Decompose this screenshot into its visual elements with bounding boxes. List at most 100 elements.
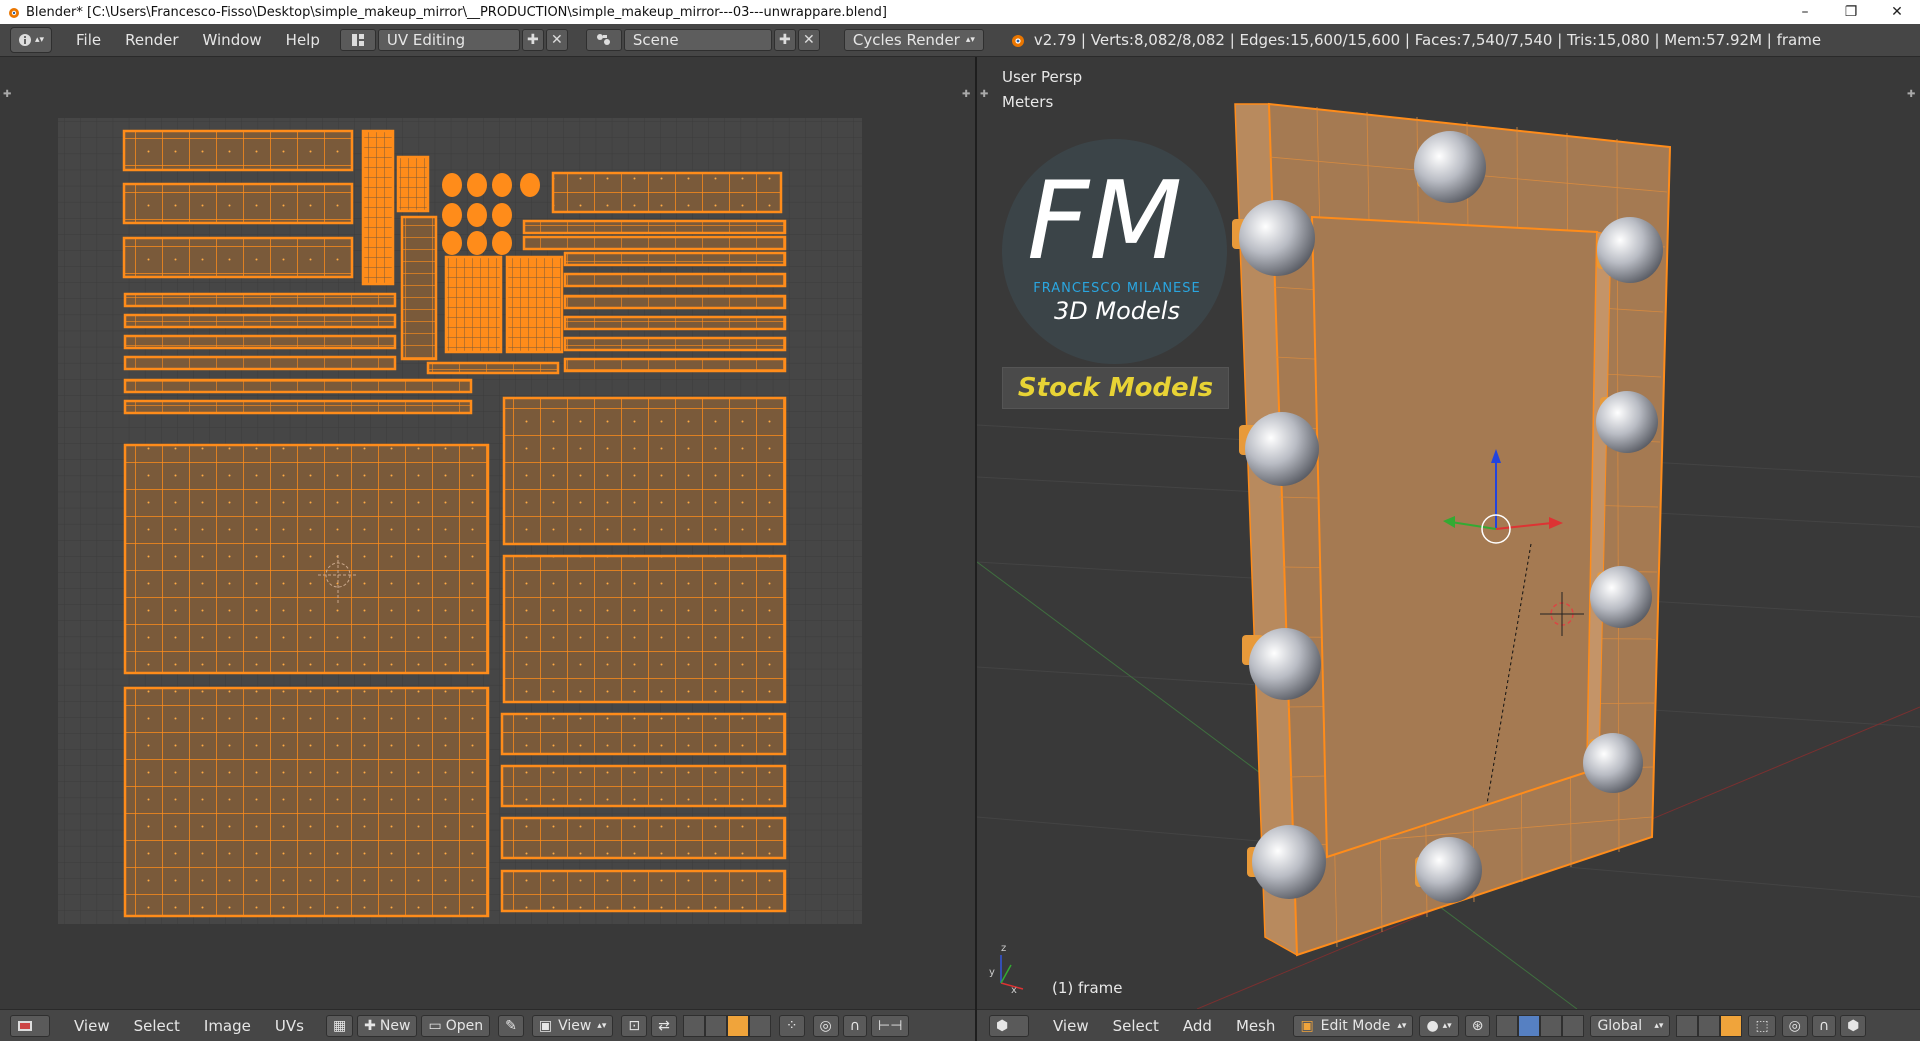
updown-arrow-icon: ▴▾: [965, 35, 975, 45]
edit-mode-icon: ▣: [1300, 1017, 1314, 1034]
snap-button[interactable]: ∩: [1811, 1014, 1837, 1037]
units-label: Meters: [1002, 93, 1054, 111]
object-label: (1) frame: [1052, 979, 1123, 997]
restore-button[interactable]: ❐: [1828, 0, 1874, 24]
pin-button[interactable]: ✎: [498, 1014, 524, 1037]
watermark-logo-text: FM: [1027, 159, 1183, 284]
uv-select-mode-group[interactable]: [682, 1014, 771, 1037]
editor-type-selector[interactable]: ⬢: [989, 1014, 1029, 1037]
view3d-menu-select[interactable]: Select: [1101, 1017, 1171, 1035]
cube-icon: ⬢: [996, 1017, 1009, 1034]
updown-arrow-icon: ▴▾: [1654, 1020, 1664, 1031]
uv-canvas[interactable]: ✚ ✚: [0, 57, 975, 1009]
magnet-icon: ∩: [1818, 1017, 1830, 1034]
mode-dropdown[interactable]: ▣ Edit Mode ▴▾: [1293, 1014, 1414, 1037]
watermark-subtitle: 3D Models: [1054, 297, 1180, 325]
view3d-menu-mesh[interactable]: Mesh: [1224, 1017, 1288, 1035]
render-engine-dropdown[interactable]: Cycles Render ▴▾: [843, 29, 984, 51]
edge-select-button[interactable]: [1698, 1014, 1721, 1037]
translate-button[interactable]: [1518, 1014, 1541, 1037]
menu-window[interactable]: Window: [191, 31, 274, 49]
view3d-menu-add[interactable]: Add: [1171, 1017, 1224, 1035]
menu-help[interactable]: Help: [274, 31, 332, 49]
shading-dropdown[interactable]: ● ▴▾: [1419, 1014, 1459, 1037]
remove-scene-icon[interactable]: ✕: [797, 29, 820, 51]
menu-file[interactable]: File: [64, 31, 113, 49]
new-image-label: New: [379, 1017, 411, 1034]
folder-icon: ▭: [428, 1017, 442, 1034]
uv-menu-view[interactable]: View: [62, 1017, 122, 1035]
add-scene-icon[interactable]: ✚: [773, 29, 796, 51]
area-corner-icon[interactable]: ✚: [962, 89, 970, 100]
proportional-edit-dropdown[interactable]: ◎: [1781, 1014, 1808, 1037]
vertex-select-button[interactable]: [1676, 1014, 1699, 1037]
uv-menu-uvs[interactable]: UVs: [263, 1017, 316, 1035]
menu-render[interactable]: Render: [113, 31, 190, 49]
snap-element-icon: ⊢⊣: [878, 1017, 903, 1034]
snap-element-dropdown[interactable]: ⊢⊣: [871, 1014, 910, 1037]
mode-label: Edit Mode: [1320, 1017, 1391, 1034]
svg-text:z: z: [1001, 943, 1006, 954]
scale-button[interactable]: [1562, 1014, 1585, 1037]
remove-layout-icon[interactable]: ✕: [545, 29, 568, 51]
uv-islands[interactable]: [122, 129, 787, 918]
updown-arrow-icon: ▴▾: [597, 1020, 607, 1031]
sync-icon: ⇄: [658, 1017, 670, 1034]
proportional-edit-dropdown[interactable]: ◎: [812, 1014, 839, 1037]
axis-indicator: z y x: [989, 943, 1024, 996]
rotate-button[interactable]: [1540, 1014, 1563, 1037]
uv-menu-select[interactable]: Select: [122, 1017, 192, 1035]
3d-view-header: ⬢ View Select Add Mesh ▣ Edit Mode ▴▾ ● ▴…: [977, 1009, 1920, 1041]
image-browse-button[interactable]: ▦: [325, 1014, 354, 1037]
proportional-icon: ◎: [1788, 1017, 1801, 1034]
screen-layout-icon[interactable]: [339, 29, 376, 51]
open-image-button[interactable]: ▭ Open: [421, 1014, 491, 1037]
add-layout-icon[interactable]: ✚: [521, 29, 544, 51]
sticky-icon: ⁘: [785, 1017, 798, 1034]
sticky-mode-dropdown[interactable]: ⁘: [778, 1014, 805, 1037]
view-mode-dropdown[interactable]: ▣ View ▴▾: [531, 1014, 614, 1037]
watermark-banner: Stock Models: [1002, 367, 1229, 409]
uv-image-editor-icon: [18, 1020, 32, 1031]
pivot-dropdown[interactable]: ⊡: [621, 1014, 648, 1037]
island-select-button[interactable]: [748, 1014, 771, 1037]
minimize-button[interactable]: –: [1782, 0, 1828, 24]
orientation-dropdown[interactable]: Global ▴▾: [1590, 1014, 1671, 1037]
scene-field[interactable]: Scene: [623, 29, 772, 51]
uv-menu-image[interactable]: Image: [192, 1017, 263, 1035]
orientation-label: Global: [1597, 1017, 1643, 1034]
info-icon: [18, 34, 31, 46]
area-corner-icon[interactable]: ✚: [980, 89, 988, 100]
updown-arrow-icon: ▴▾: [1442, 1020, 1452, 1031]
3d-viewport[interactable]: z y x ✚ ✚ FM FRANCESCO MILANESE 3D Model…: [977, 57, 1920, 1009]
scene-icon[interactable]: [585, 29, 622, 51]
view3d-menu-view[interactable]: View: [1041, 1017, 1101, 1035]
vertex-select-button[interactable]: [682, 1014, 705, 1037]
face-select-button[interactable]: [1720, 1014, 1743, 1037]
area-corner-icon[interactable]: ✚: [3, 89, 11, 100]
uv-editor[interactable]: ✚ ✚: [0, 57, 975, 1009]
editor-type-selector[interactable]: [10, 1014, 50, 1037]
view-name: User Persp: [1002, 68, 1083, 86]
snap-element-dropdown[interactable]: ⬢: [1840, 1014, 1867, 1037]
snap-element-icon: ⬢: [1847, 1017, 1860, 1034]
select-mode-group[interactable]: [1676, 1014, 1743, 1037]
close-button[interactable]: ✕: [1874, 0, 1920, 24]
pivot-point-dropdown[interactable]: ⊛: [1464, 1014, 1491, 1037]
pivot-icon: ⊡: [628, 1017, 641, 1034]
limit-selection-button[interactable]: ⬚: [1748, 1014, 1776, 1037]
magnet-icon: ∩: [849, 1017, 861, 1034]
info-header: ▴▾ File Render Window Help UV Editing ✚ …: [0, 24, 1920, 57]
manipulator-group[interactable]: [1496, 1014, 1585, 1037]
face-select-button[interactable]: [726, 1014, 749, 1037]
editor-type-selector[interactable]: ▴▾: [10, 27, 52, 53]
area-corner-icon[interactable]: ✚: [1907, 89, 1915, 100]
snap-button[interactable]: ∩: [842, 1014, 868, 1037]
edge-select-button[interactable]: [704, 1014, 727, 1037]
layout-field[interactable]: UV Editing: [377, 29, 520, 51]
manipulator-toggle-button[interactable]: [1496, 1014, 1519, 1037]
new-image-button[interactable]: ✚ New: [357, 1014, 418, 1037]
sync-selection-button[interactable]: ⇄: [651, 1014, 677, 1037]
pin-icon: ✎: [505, 1017, 517, 1034]
occlude-icon: ⬚: [1755, 1017, 1769, 1034]
